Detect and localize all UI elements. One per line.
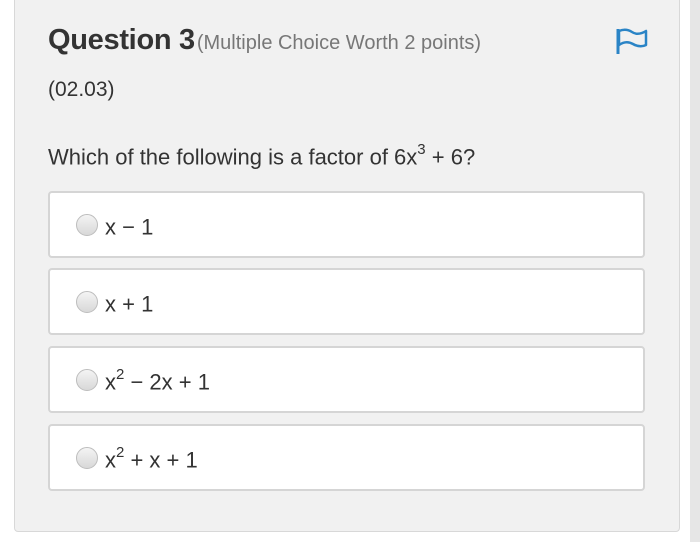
radio-button[interactable] [76, 447, 98, 469]
option-tail: − 2x + 1 [124, 369, 210, 395]
option-exponent: 2 [116, 444, 125, 461]
option-label: x2 − 2x + 1 [105, 366, 210, 395]
question-code: (02.03) [48, 78, 115, 101]
question-title: Question 3 [48, 24, 195, 56]
prompt-exponent: 3 [417, 141, 426, 158]
option-exponent: 2 [116, 366, 125, 383]
quiz-page: Question 3 (Multiple Choice Worth 2 point… [0, 0, 700, 542]
radio-button[interactable] [76, 214, 98, 236]
option-label: x − 1 [105, 213, 153, 240]
answer-option-3[interactable]: x2 − 2x + 1 [48, 346, 645, 413]
question-points: (Multiple Choice Worth 2 points) [196, 32, 482, 54]
answer-option-1[interactable]: x − 1 [48, 191, 645, 258]
answer-option-4[interactable]: x2 + x + 1 [48, 424, 645, 491]
flag-icon[interactable] [615, 27, 649, 55]
option-text: x − 1 [105, 214, 154, 240]
question-header: Question 3 (Multiple Choice Worth 2 point… [48, 24, 481, 58]
question-prompt: Which of the following is a factor of 6x… [48, 141, 476, 170]
answer-option-2[interactable]: x + 1 [48, 268, 645, 335]
option-text: x [105, 369, 116, 395]
option-text: x + 1 [105, 291, 154, 317]
radio-button[interactable] [76, 291, 98, 313]
option-text: x [105, 447, 116, 473]
option-tail: + x + 1 [124, 447, 198, 473]
page-edge [690, 0, 700, 542]
prompt-text: Which of the following is a factor of 6x [48, 144, 418, 170]
option-label: x + 1 [105, 290, 153, 317]
option-label: x2 + x + 1 [105, 444, 198, 473]
prompt-tail: + 6? [425, 144, 476, 170]
radio-button[interactable] [76, 369, 98, 391]
